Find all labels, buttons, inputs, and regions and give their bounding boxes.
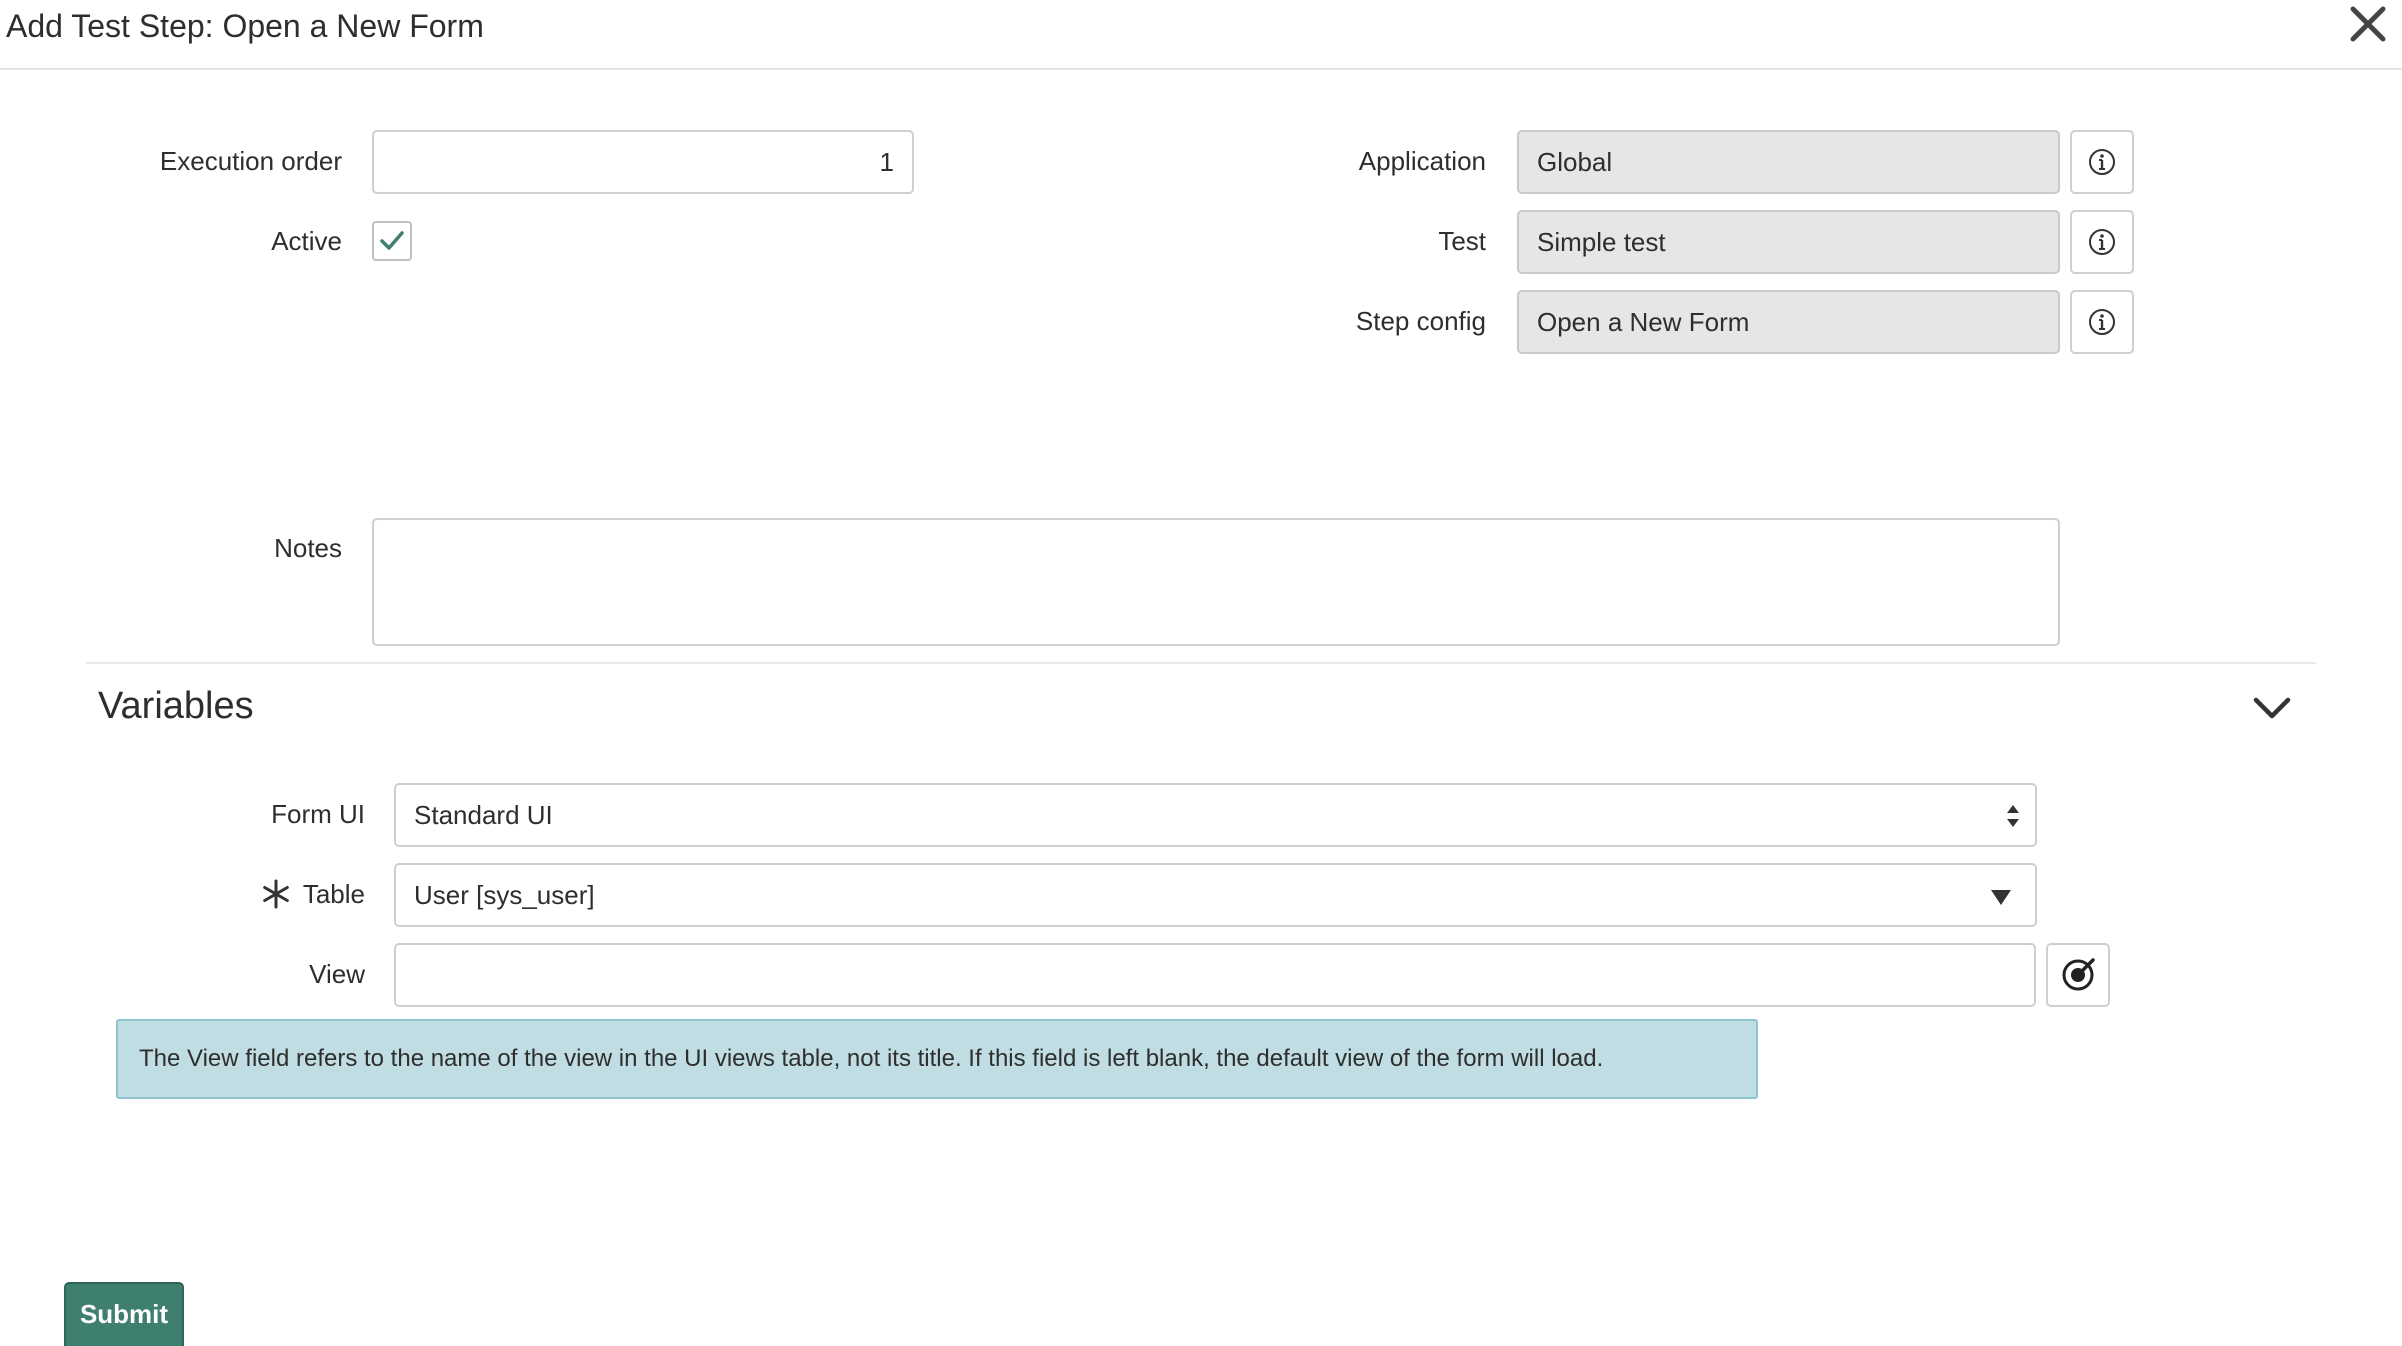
step-config-label: Step config: [1355, 306, 1486, 336]
reference-lookup-icon: [2062, 958, 2095, 991]
section-divider: [86, 662, 2316, 664]
view-reference-lookup-button[interactable]: [2046, 943, 2110, 1007]
submit-button[interactable]: Submit: [64, 1282, 184, 1346]
execution-order-input[interactable]: 1: [372, 130, 914, 194]
table-label: Table: [302, 879, 365, 909]
close-button[interactable]: [2346, 2, 2390, 46]
info-icon: [2089, 149, 2115, 175]
form-ui-selected-value: Standard UI: [414, 800, 553, 830]
step-config-info-button[interactable]: [2070, 290, 2134, 354]
table-selected-value: User [sys_user]: [414, 880, 595, 910]
step-config-field: Open a New Form: [1517, 290, 2060, 354]
view-info-message: The View field refers to the name of the…: [116, 1019, 1758, 1099]
table-select[interactable]: User [sys_user]: [394, 863, 2037, 927]
application-label: Application: [1358, 146, 1486, 176]
dropdown-arrow-icon: [1991, 890, 2011, 905]
test-info-button[interactable]: [2070, 210, 2134, 274]
info-icon: [2089, 229, 2115, 255]
application-info-button[interactable]: [2070, 130, 2134, 194]
view-label: View: [309, 959, 365, 989]
active-label: Active: [271, 226, 342, 256]
variables-section-title: Variables: [98, 685, 254, 727]
application-field: Global: [1517, 130, 2060, 194]
notes-label: Notes: [274, 533, 342, 563]
variables-collapse-toggle[interactable]: [2250, 686, 2294, 730]
select-arrows-icon: [2007, 805, 2019, 827]
active-checkbox[interactable]: [372, 221, 412, 261]
required-asterisk-icon: [263, 879, 289, 909]
execution-order-label: Execution order: [159, 146, 342, 176]
close-icon: [2350, 6, 2386, 42]
modal-title: Add Test Step: Open a New Form: [6, 8, 484, 44]
view-input[interactable]: [394, 943, 2036, 1007]
test-field: Simple test: [1517, 210, 2060, 274]
modal-header: Add Test Step: Open a New Form: [0, 0, 2402, 70]
chevron-down-icon: [2253, 697, 2291, 719]
notes-textarea[interactable]: [372, 518, 2060, 646]
info-icon: [2089, 309, 2115, 335]
test-label: Test: [1438, 226, 1486, 256]
checkmark-icon: [380, 231, 404, 250]
form-ui-select[interactable]: Standard UI: [394, 783, 2037, 847]
form-ui-label: Form UI: [271, 799, 365, 829]
